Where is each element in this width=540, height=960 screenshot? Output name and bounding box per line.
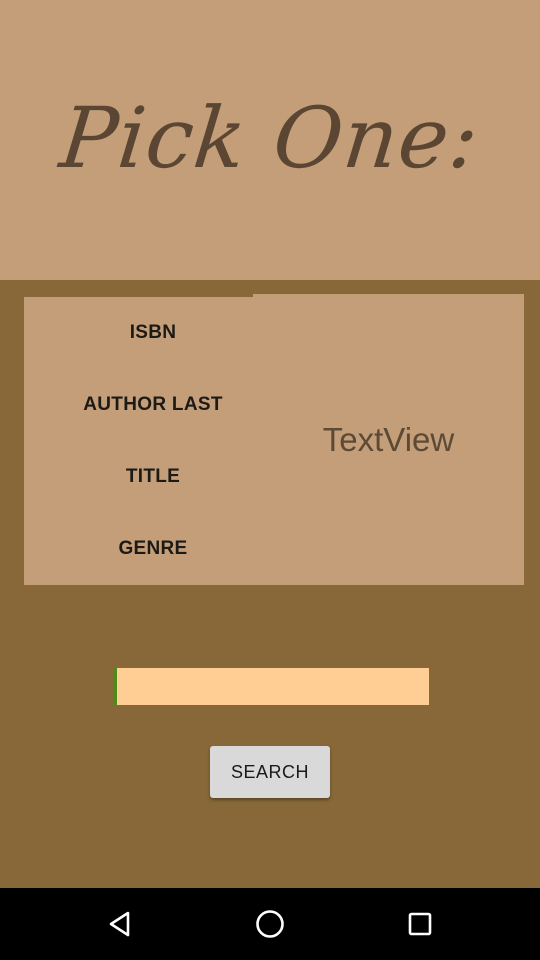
option-title[interactable]: TITLE — [24, 441, 282, 513]
option-author-last[interactable]: AUTHOR LAST — [24, 369, 282, 441]
search-input[interactable] — [114, 668, 429, 705]
header: Pick One: — [0, 0, 540, 280]
recent-apps-square-icon — [408, 912, 432, 936]
page-title: Pick One: — [55, 89, 485, 187]
home-circle-icon — [256, 910, 284, 938]
navigation-bar — [0, 888, 540, 960]
back-button[interactable] — [70, 888, 170, 960]
option-isbn[interactable]: ISBN — [24, 297, 282, 369]
search-button[interactable]: SEARCH — [210, 746, 330, 798]
result-textview: TextView — [322, 421, 455, 458]
app-screen: Pick One: ISBN AUTHOR LAST TITLE GENRE T… — [0, 0, 540, 960]
home-button[interactable] — [220, 888, 320, 960]
option-genre[interactable]: GENRE — [24, 513, 282, 585]
recent-apps-button[interactable] — [370, 888, 470, 960]
back-triangle-icon — [109, 911, 130, 937]
